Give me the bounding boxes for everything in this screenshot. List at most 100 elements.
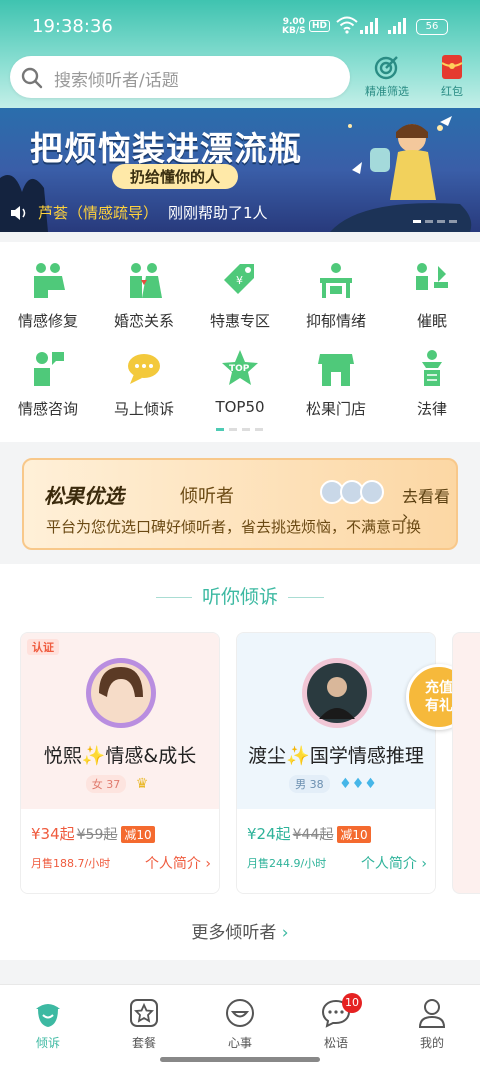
category-pager — [216, 428, 263, 431]
discount-tag-icon: ¥ — [224, 264, 254, 294]
status-time: 19:38:36 — [32, 16, 113, 37]
tab-label: 倾诉 — [35, 1036, 60, 1050]
filter-button[interactable]: 精准筛选 — [360, 54, 414, 99]
tab-label: 套餐 — [131, 1036, 156, 1050]
tab-mine[interactable]: 我的 — [384, 997, 480, 1051]
search-icon — [21, 67, 43, 89]
star-box-icon — [130, 999, 158, 1027]
smile-icon — [226, 999, 254, 1027]
filter-label: 精准筛选 — [365, 85, 409, 98]
desk-icon — [320, 263, 352, 298]
tab-taocan[interactable]: 套餐 — [96, 997, 192, 1051]
notice-name: 芦荟（情感疏导） — [38, 204, 159, 222]
listener-card[interactable]: 认证 悦熙✨情感&成长 女 37 ♛ ¥34起 ¥59起 减10 月售188.7/小… — [20, 632, 220, 894]
listener-tags: 男 38 ♦♦♦ — [237, 775, 435, 793]
avatar — [302, 658, 372, 728]
tab-xinshi[interactable]: 心事 — [192, 997, 288, 1051]
wifi-icon — [336, 16, 358, 34]
category-item[interactable]: 催眠 — [384, 260, 480, 331]
avatar — [360, 480, 384, 504]
listener-tags: 女 37 ♛ — [21, 775, 219, 793]
promo-kind: 倾听者 — [180, 486, 234, 507]
signal-icon — [388, 18, 406, 34]
price: ¥24起 ¥44起 减10 — [247, 823, 371, 844]
home-indicator[interactable] — [160, 1057, 320, 1062]
profile-icon — [418, 999, 446, 1028]
price: ¥34起 ¥59起 减10 — [31, 823, 155, 844]
tab-songyu[interactable]: 10 松语 — [288, 993, 384, 1051]
category-item[interactable]: 婚恋关系 — [96, 260, 192, 331]
speaker-icon — [11, 205, 26, 220]
notice-text: 刚刚帮助了1人 — [168, 204, 268, 222]
banner-title: 把烦恼装进漂流瓶 — [30, 129, 302, 168]
monthly-sales: 月售188.7/小时 — [31, 857, 111, 870]
listener-name: 悦熙✨情感&成长 — [43, 745, 197, 767]
promo-banner[interactable]: 把烦恼装进漂流瓶 扔给懂你的人 芦荟（情感疏导） 刚刚帮助了1人 — [0, 108, 480, 232]
battery-icon: 56 — [416, 19, 448, 35]
category-label: 催眠 — [416, 312, 447, 330]
banner-subtitle: 扔给懂你的人 — [112, 164, 239, 189]
tab-label: 松语 — [323, 1036, 348, 1050]
category-label: 法律 — [416, 400, 447, 418]
section-title: 听你倾诉 — [0, 582, 480, 609]
network-speed: 9.00 KB/S — [282, 17, 306, 36]
monthly-sales: 月售244.9/小时 — [247, 857, 327, 870]
category-label: 情感咨询 — [17, 400, 78, 418]
category-label: 特惠专区 — [209, 312, 270, 330]
search-placeholder: 搜索倾听者/话题 — [54, 71, 179, 91]
promo-avatars — [320, 480, 384, 504]
verified-badge: 认证 — [27, 639, 59, 655]
category-label: 抑郁情绪 — [305, 312, 366, 330]
profile-link[interactable]: 个人简介 › — [145, 853, 211, 873]
red-packet-label: 红包 — [441, 85, 463, 98]
category-item[interactable]: 马上倾诉 — [96, 348, 192, 419]
featured-promo-card[interactable]: 松果优选 倾听者 去看看 › 平台为您优选口碑好倾听者，省去挑选烦恼，不满意可换 — [22, 458, 458, 550]
tab-qingsu[interactable]: 倾诉 — [0, 997, 96, 1051]
category-label: 情感修复 — [17, 312, 78, 330]
gender-age-tag: 女 37 — [85, 775, 127, 793]
law-icon — [422, 350, 442, 386]
category-item[interactable]: 情感修复 — [0, 260, 96, 331]
crown-icon: ♛ — [135, 776, 149, 792]
listener-card-body: ¥24起 ¥44起 减10 月售244.9/小时 个人简介 › — [237, 809, 435, 893]
listener-card[interactable]: 渡尘✨国学情感推理 男 38 ♦♦♦ ¥24起 ¥44起 减10 月售244.9/小… — [236, 632, 436, 894]
gender-age-tag: 男 38 — [289, 775, 330, 793]
status-bar: 19:38:36 9.00 KB/S HD 56 — [0, 0, 480, 52]
more-listeners-link[interactable]: 更多倾听者 › — [0, 918, 480, 943]
category-item[interactable]: 法律 — [384, 348, 480, 419]
category-grid: 情感修复 婚恋关系 ¥ 特惠专区 抑郁情绪 催眠 情感咨询 马上倾诉 TOP T… — [0, 242, 480, 442]
store-icon — [318, 354, 354, 386]
category-label: 婚恋关系 — [113, 312, 174, 330]
listener-section: 听你倾诉 认证 悦熙✨情感&成长 女 37 ♛ ¥34起 ¥59起 减10 月售18… — [0, 564, 480, 960]
red-packet-icon — [441, 55, 463, 79]
tab-label: 我的 — [419, 1036, 444, 1050]
svg-text:TOP: TOP — [229, 364, 250, 374]
diamond-icon: ♦♦♦ — [339, 776, 377, 792]
banner-pager — [413, 220, 457, 223]
listener-name: 渡尘✨国学情感推理 — [248, 745, 424, 767]
search-input[interactable]: 搜索倾听者/话题 — [10, 56, 350, 98]
profile-link[interactable]: 个人简介 › — [361, 853, 427, 873]
promo-brand: 松果优选 — [44, 484, 124, 508]
chat-bubble-icon — [128, 354, 160, 384]
listener-card-peek[interactable] — [452, 632, 480, 894]
red-packet-button[interactable]: 红包 — [430, 54, 474, 99]
category-item[interactable]: ¥ 特惠专区 — [192, 260, 288, 331]
category-item[interactable]: 情感咨询 — [0, 348, 96, 419]
hd-icon: HD — [309, 20, 331, 32]
listener-card-body: ¥34起 ¥59起 减10 月售188.7/小时 个人简介 › — [21, 809, 219, 893]
svg-text:¥: ¥ — [236, 274, 243, 287]
marriage-icon — [130, 263, 162, 298]
category-item[interactable]: TOP TOP50 — [192, 348, 288, 416]
category-item[interactable]: 抑郁情绪 — [288, 260, 384, 331]
avatar — [86, 658, 156, 728]
category-label: 松果门店 — [305, 400, 366, 418]
promo-description: 平台为您优选口碑好倾听者，省去挑选烦恼，不满意可换 — [46, 518, 422, 536]
star-top-icon: TOP — [222, 350, 258, 385]
category-item[interactable]: 松果门店 — [288, 348, 384, 419]
consult-icon — [34, 352, 64, 386]
acorn-icon — [36, 1004, 60, 1027]
couple-icon — [34, 263, 65, 298]
listener-card-header: 渡尘✨国学情感推理 男 38 ♦♦♦ — [237, 633, 435, 809]
category-label: TOP50 — [215, 398, 265, 416]
